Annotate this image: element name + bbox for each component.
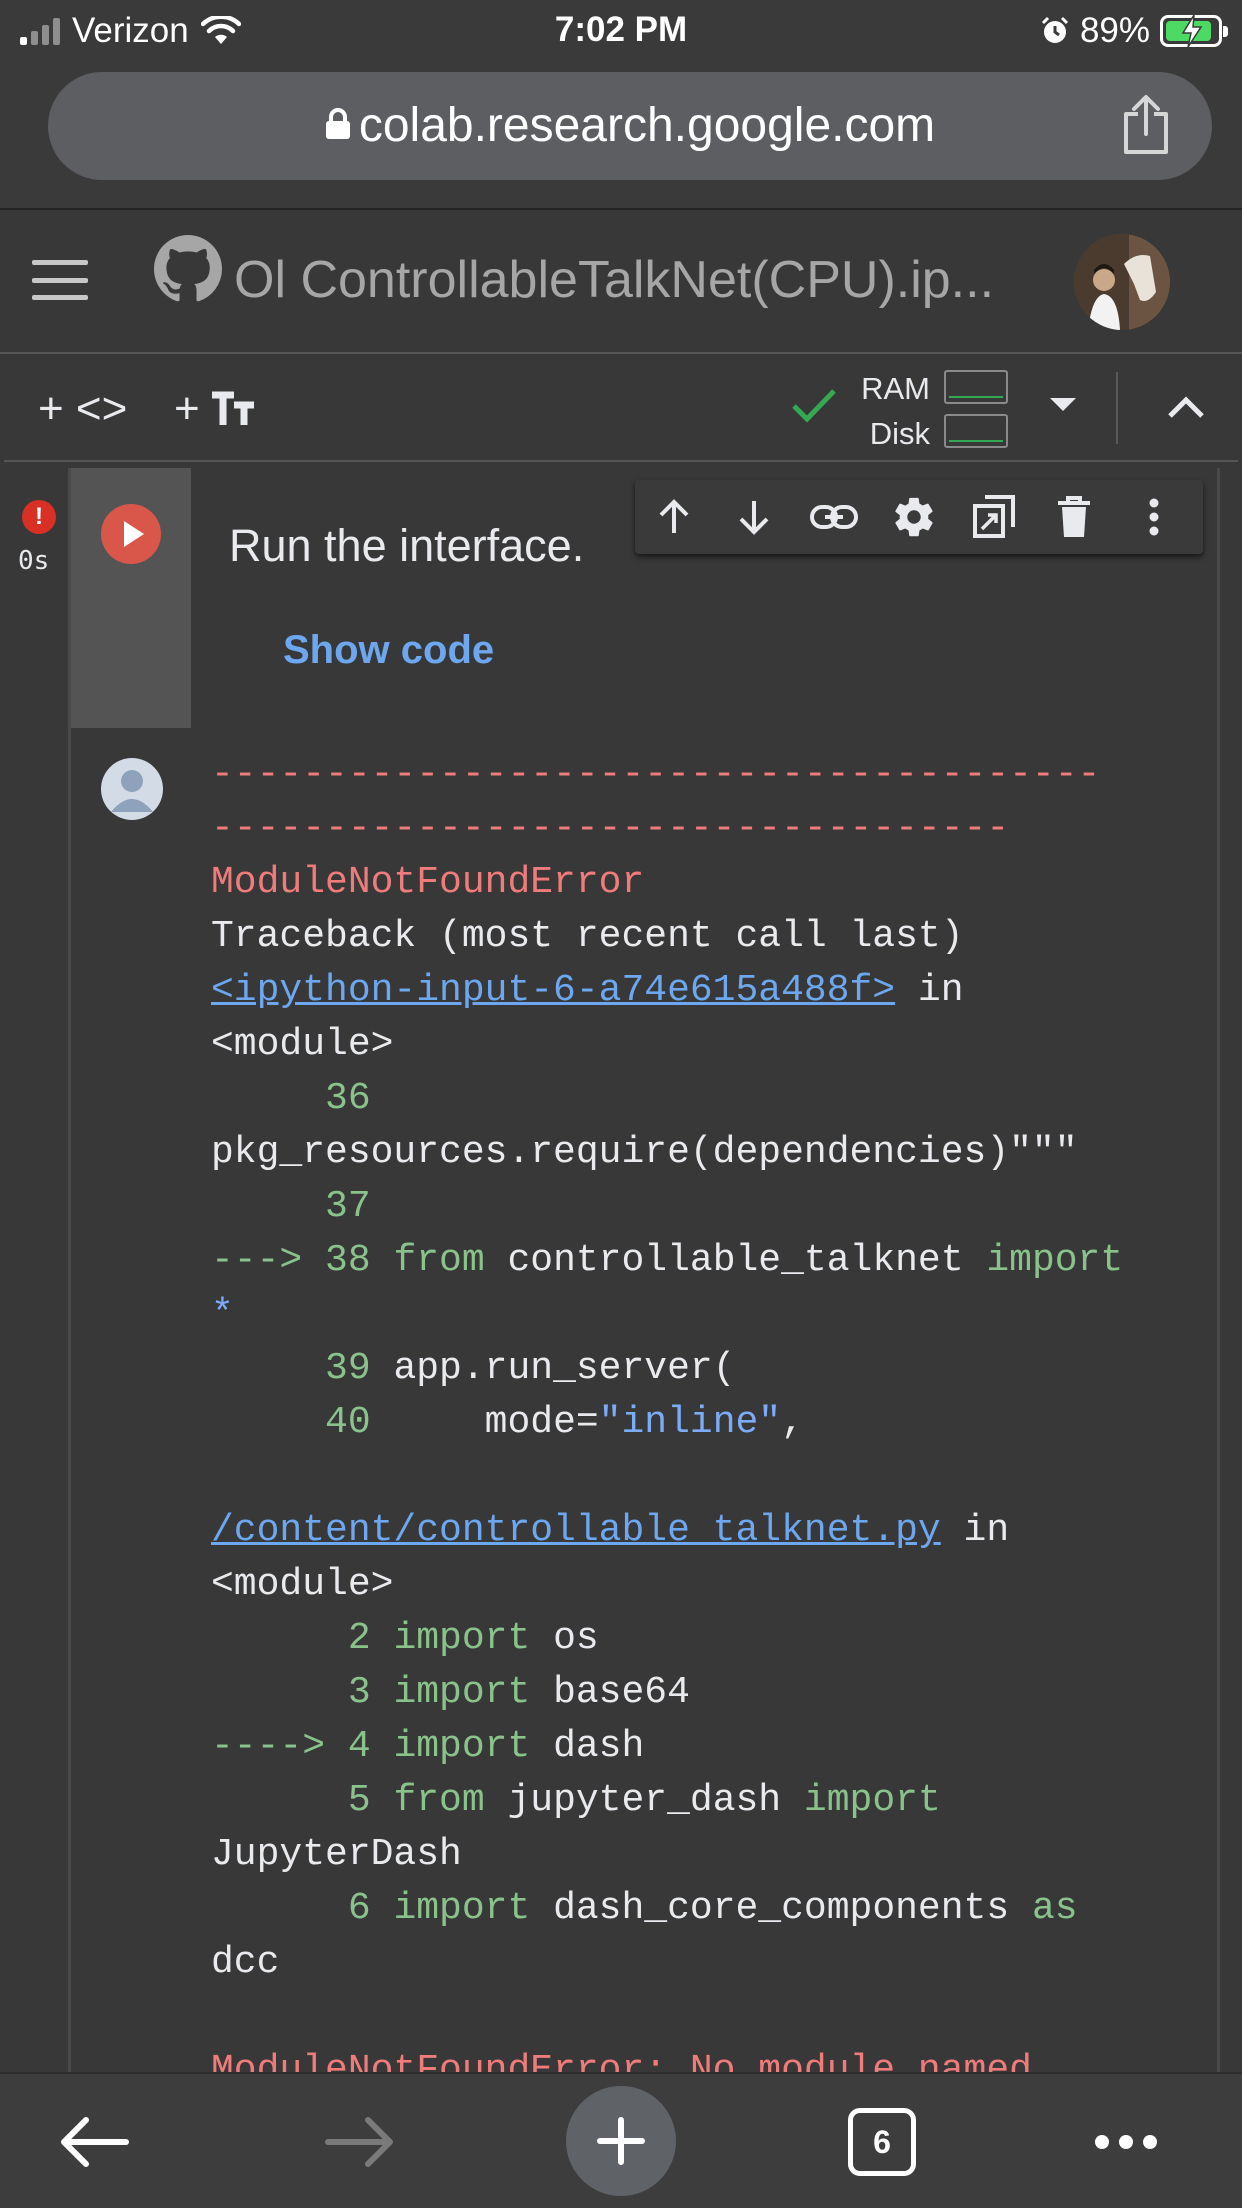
notebook-toolbar: + <> + RAM Disk — [4, 356, 1238, 462]
code-cell[interactable]: Run the interface. Show code -----------… — [68, 468, 1220, 2078]
add-text-label: + — [174, 384, 200, 433]
error-status-icon: ! — [22, 500, 56, 534]
output-avatar-icon — [101, 758, 163, 820]
arrow-right-icon — [325, 2117, 393, 2167]
url-text: colab.research.google.com — [358, 99, 936, 152]
disk-label: Disk — [869, 416, 930, 451]
back-button[interactable] — [54, 2074, 134, 2208]
browser-bottom-bar: 6 — [0, 2072, 1242, 2208]
menu-icon[interactable] — [32, 260, 88, 300]
resource-meters[interactable] — [944, 370, 1008, 458]
gear-icon[interactable] — [887, 490, 941, 544]
cell-output: --------------------------------------- … — [211, 748, 1221, 2076]
disk-meter — [944, 414, 1008, 448]
delete-icon[interactable] — [1047, 490, 1101, 544]
colab-header: Ol ControllableTalkNet(CPU).ip... — [0, 210, 1242, 354]
tabs-button[interactable]: 6 — [842, 2074, 922, 2208]
error-name: ModuleNotFoundError — [211, 861, 645, 904]
ram-meter — [944, 370, 1008, 404]
move-up-icon[interactable] — [647, 490, 701, 544]
toolbar-divider — [1116, 372, 1118, 444]
notebook-title[interactable]: Ol ControllableTalkNet(CPU).ip... — [234, 250, 994, 310]
resource-labels[interactable]: RAM Disk — [854, 366, 930, 456]
ram-label: RAM — [861, 371, 930, 406]
tab-count: 6 — [848, 2108, 916, 2176]
cell-form-title: Run the interface. — [229, 520, 585, 571]
execution-time: 0s — [18, 546, 50, 576]
add-code-button[interactable]: + <> — [38, 380, 127, 438]
arrow-left-icon — [61, 2117, 129, 2167]
status-right: 89% — [1040, 10, 1228, 52]
notebook-cells: ! 0s Run the interface. Show code ------… — [4, 464, 1238, 2078]
avatar[interactable] — [1074, 234, 1170, 330]
github-icon — [154, 235, 222, 302]
forward-button[interactable] — [320, 2074, 400, 2208]
traceback-link[interactable]: <ipython-input-6-a74e615a488f> — [211, 969, 895, 1012]
show-code-link[interactable]: Show code — [283, 628, 494, 673]
add-text-button[interactable]: + — [174, 380, 258, 438]
traceback-header: Traceback (most recent call last) — [211, 915, 964, 958]
new-tab-button[interactable] — [566, 2086, 676, 2196]
move-down-icon[interactable] — [727, 490, 781, 544]
alarm-icon — [1041, 16, 1068, 43]
cell-gutter — [71, 468, 191, 728]
battery-percent: 89% — [1079, 11, 1150, 50]
output-divider: --------------------------------------- — [211, 753, 1101, 796]
battery-icon — [1160, 15, 1228, 47]
more-vert-icon[interactable] — [1127, 490, 1181, 544]
traceback-link[interactable]: /content/controllable_talknet.py — [211, 1509, 941, 1552]
run-cell-button[interactable] — [101, 504, 161, 564]
output-divider: ----------------------------------- — [211, 807, 1010, 850]
text-format-icon — [211, 391, 254, 425]
link-icon[interactable] — [807, 490, 861, 544]
more-button[interactable] — [1086, 2074, 1166, 2208]
plus-icon — [597, 2117, 645, 2165]
more-horiz-icon — [1095, 2135, 1157, 2149]
add-code-label: + <> — [38, 384, 128, 433]
share-icon[interactable] — [1120, 94, 1172, 156]
status-bar: Verizon 7:02 PM 89% — [0, 0, 1242, 62]
chevron-down-icon[interactable] — [1050, 398, 1076, 411]
connected-check-icon — [792, 389, 836, 423]
mirror-cell-icon[interactable] — [967, 490, 1021, 544]
lock-icon — [325, 108, 350, 140]
address-bar[interactable]: colab.research.google.com — [48, 72, 1212, 180]
chevron-up-icon[interactable] — [1166, 392, 1206, 422]
browser-chrome: colab.research.google.com — [0, 62, 1242, 210]
cell-toolbar — [635, 480, 1203, 554]
